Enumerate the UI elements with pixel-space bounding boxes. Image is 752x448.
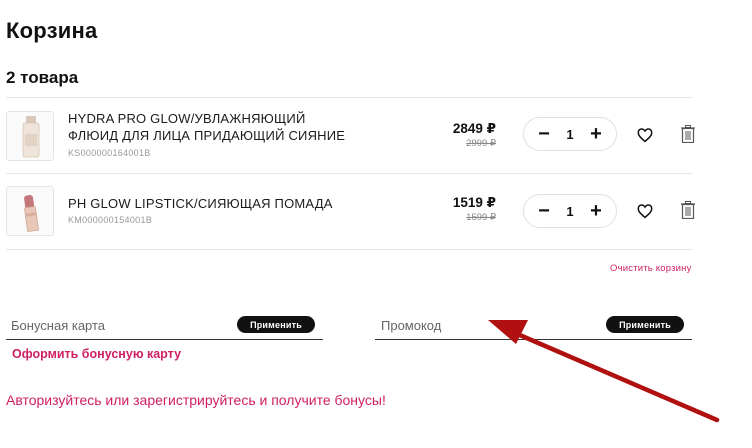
minus-icon[interactable]: −	[534, 201, 554, 221]
auth-message-link[interactable]: Авторизуйтесь или зарегистрируйтесь и по…	[6, 392, 386, 408]
bonus-card-field: Применить	[6, 314, 323, 340]
divider	[6, 249, 693, 250]
plus-icon[interactable]: +	[586, 124, 606, 144]
items-count: 2 товара	[6, 68, 79, 87]
product-name-line: ФЛЮИД ДЛЯ ЛИЦА ПРИДАЮЩИЙ СИЯНИЕ	[68, 128, 346, 143]
trash-icon[interactable]	[680, 125, 696, 143]
cart-item: PH GLOW LIPSTICK/СИЯЮЩАЯ ПОМАДА KM000000…	[6, 174, 706, 250]
promo-code-field: Применить	[375, 314, 692, 340]
product-name[interactable]: HYDRA PRO GLOW/УВЛАЖНЯЮЩИЙ ФЛЮИД ДЛЯ ЛИЦ…	[68, 110, 398, 144]
product-name-line: HYDRA PRO GLOW/УВЛАЖНЯЮЩИЙ	[68, 111, 306, 126]
cart-item: HYDRA PRO GLOW/УВЛАЖНЯЮЩИЙ ФЛЮИД ДЛЯ ЛИЦ…	[6, 98, 706, 174]
register-bonus-card-link[interactable]: Оформить бонусную карту	[12, 347, 181, 361]
apply-bonus-button[interactable]: Применить	[237, 316, 315, 333]
minus-icon[interactable]: −	[534, 124, 554, 144]
product-price: 2849 ₽	[452, 121, 496, 136]
product-old-price: 1599 ₽	[466, 212, 496, 223]
trash-icon[interactable]	[680, 201, 696, 219]
heart-icon[interactable]	[636, 202, 654, 220]
quantity-stepper: − 1 +	[523, 194, 617, 228]
quantity-value[interactable]: 1	[566, 204, 573, 219]
heart-icon[interactable]	[636, 126, 654, 144]
quantity-stepper: − 1 +	[523, 117, 617, 151]
plus-icon[interactable]: +	[586, 201, 606, 221]
promo-code-input[interactable]	[375, 314, 595, 336]
clear-cart-link[interactable]: Очистить корзину	[610, 263, 692, 274]
bonus-card-input[interactable]	[6, 314, 226, 336]
product-thumbnail[interactable]	[6, 186, 54, 236]
page-title: Корзина	[6, 18, 98, 43]
apply-promo-button[interactable]: Применить	[606, 316, 684, 333]
product-old-price: 2999 ₽	[466, 138, 496, 149]
product-name[interactable]: PH GLOW LIPSTICK/СИЯЮЩАЯ ПОМАДА	[68, 195, 398, 212]
product-sku: KS000000164001B	[68, 148, 151, 158]
quantity-value[interactable]: 1	[566, 127, 573, 142]
product-price: 1519 ₽	[452, 195, 496, 210]
product-sku: KM000000154001B	[68, 215, 153, 225]
product-thumbnail[interactable]	[6, 111, 54, 161]
